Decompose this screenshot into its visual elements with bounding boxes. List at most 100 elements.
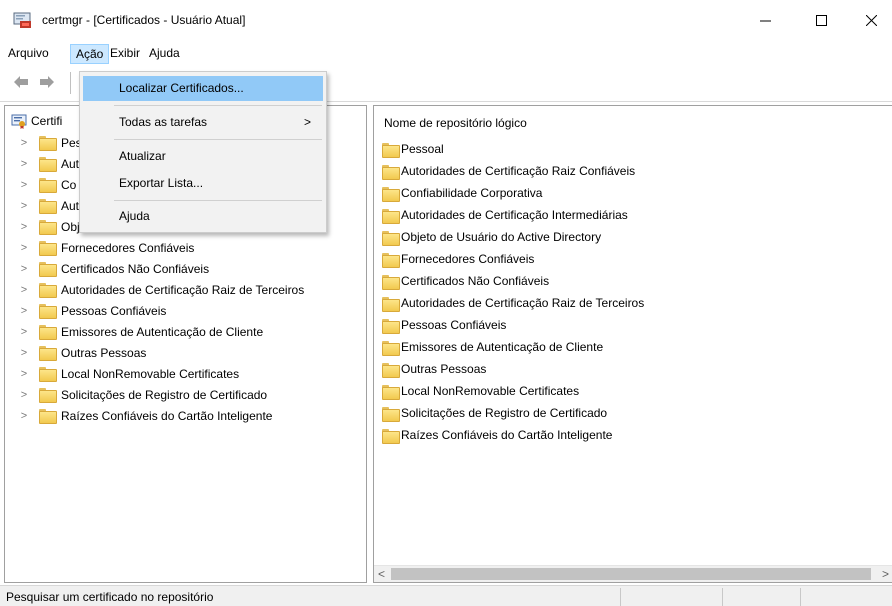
list-item[interactable]: Outras Pessoas <box>382 358 486 380</box>
list-item[interactable]: Solicitações de Registro de Certificado <box>382 402 607 424</box>
list-item-label: Autoridades de Certificação Raiz de Terc… <box>401 296 645 310</box>
folder-icon <box>382 428 400 444</box>
menu-item-todas-as-tarefas[interactable]: Todas as tarefas > <box>83 110 323 135</box>
tree-item[interactable]: > Solicitações de Registro de Certificado <box>5 384 267 405</box>
scroll-left-arrow-icon[interactable]: < <box>378 567 390 581</box>
tree-item[interactable]: > Aut <box>5 153 79 174</box>
folder-icon <box>39 220 57 235</box>
menu-item-label: Atualizar <box>119 149 166 163</box>
menu-separator <box>114 139 322 140</box>
menu-separator <box>114 105 322 106</box>
chevron-right-icon[interactable]: > <box>17 347 31 359</box>
chevron-right-icon[interactable]: > <box>17 221 31 233</box>
folder-icon <box>382 362 400 378</box>
list-item-label: Objeto de Usuário do Active Directory <box>401 230 602 244</box>
tree-item[interactable]: > Certificados Não Confiáveis <box>5 258 209 279</box>
list-item[interactable]: Local NonRemovable Certificates <box>382 380 579 402</box>
chevron-right-icon[interactable]: > <box>17 158 31 170</box>
tree-item-label: Aut <box>61 198 80 213</box>
list-pane[interactable]: Nome de repositório lógico Pessoal Autor… <box>373 105 892 583</box>
menu-bar: Arquivo Ação Exibir Ajuda <box>0 40 892 64</box>
tree-item-label: Emissores de Autenticação de Cliente <box>61 324 264 339</box>
folder-icon <box>382 142 400 158</box>
list-column-header[interactable]: Nome de repositório lógico <box>384 116 527 130</box>
tree-item[interactable]: > Fornecedores Confiáveis <box>5 237 194 258</box>
chevron-right-icon[interactable]: > <box>17 326 31 338</box>
list-item[interactable]: Autoridades de Certificação Raiz Confiáv… <box>382 160 635 182</box>
list-item[interactable]: Confiabilidade Corporativa <box>382 182 542 204</box>
horizontal-scrollbar[interactable]: < > <box>374 565 892 582</box>
back-arrow-icon[interactable] <box>14 76 28 88</box>
scroll-right-arrow-icon[interactable]: > <box>882 567 892 581</box>
menu-arquivo[interactable]: Arquivo <box>3 44 54 64</box>
folder-icon <box>39 241 57 256</box>
chevron-right-icon[interactable]: > <box>17 179 31 191</box>
chevron-right-icon[interactable]: > <box>17 368 31 380</box>
tree-item[interactable]: > Raízes Confiáveis do Cartão Inteligente <box>5 405 272 426</box>
tree-item-label: Pessoas Confiáveis <box>61 303 167 318</box>
tree-item[interactable]: > Pes <box>5 132 82 153</box>
list-item-label: Confiabilidade Corporativa <box>401 186 543 200</box>
list-item[interactable]: Pessoal <box>382 138 444 160</box>
tree-item[interactable]: > Emissores de Autenticação de Cliente <box>5 321 263 342</box>
menu-ajuda[interactable]: Ajuda <box>144 44 185 64</box>
list-item[interactable]: Autoridades de Certificação Raiz de Terc… <box>382 292 644 314</box>
folder-icon <box>382 384 400 400</box>
tree-root-label: Certifi <box>31 114 63 128</box>
menu-acao[interactable]: Ação <box>70 44 110 64</box>
menu-exibir[interactable]: Exibir <box>105 44 145 64</box>
list-item[interactable]: Emissores de Autenticação de Cliente <box>382 336 603 358</box>
list-item[interactable]: Fornecedores Confiáveis <box>382 248 534 270</box>
tree-root[interactable]: Certifi <box>11 111 62 131</box>
chevron-right-icon[interactable]: > <box>17 389 31 401</box>
minimize-button[interactable] <box>742 0 788 40</box>
tree-item-label: Autoridades de Certificação Raiz de Terc… <box>61 282 305 297</box>
menu-separator <box>114 200 322 201</box>
menu-item-label: Ajuda <box>119 209 150 223</box>
close-button[interactable] <box>848 0 892 40</box>
tree-item[interactable]: > Autoridades de Certificação Raiz de Ter… <box>5 279 304 300</box>
folder-icon <box>39 388 57 403</box>
status-separator <box>620 588 621 606</box>
menu-item-label: Exportar Lista... <box>119 176 204 190</box>
folder-icon <box>39 262 57 277</box>
list-item[interactable]: Autoridades de Certificação Intermediári… <box>382 204 628 226</box>
folder-icon <box>382 340 400 356</box>
folder-icon <box>382 296 400 312</box>
tree-item[interactable]: > Obj <box>5 216 80 237</box>
list-item[interactable]: Certificados Não Confiáveis <box>382 270 549 292</box>
tree-item[interactable]: > Pessoas Confiáveis <box>5 300 166 321</box>
chevron-right-icon[interactable]: > <box>17 137 31 149</box>
tree-item[interactable]: > Co <box>5 174 76 195</box>
list-item[interactable]: Objeto de Usuário do Active Directory <box>382 226 601 248</box>
folder-icon <box>39 346 57 361</box>
tree-item[interactable]: > Aut <box>5 195 79 216</box>
folder-icon <box>382 252 400 268</box>
maximize-button[interactable] <box>798 0 844 40</box>
tree-item[interactable]: > Outras Pessoas <box>5 342 146 363</box>
tree-item-label: Certificados Não Confiáveis <box>61 261 210 276</box>
chevron-right-icon[interactable]: > <box>17 200 31 212</box>
folder-icon <box>39 409 57 424</box>
forward-arrow-icon[interactable] <box>40 76 54 88</box>
folder-icon <box>39 157 57 172</box>
menu-item-exportar-lista[interactable]: Exportar Lista... <box>83 171 323 196</box>
chevron-right-icon[interactable]: > <box>17 410 31 422</box>
status-bar: Pesquisar um certificado no repositório <box>0 585 892 606</box>
list-item-label: Pessoas Confiáveis <box>401 318 507 332</box>
menu-item-ajuda[interactable]: Ajuda <box>83 204 323 229</box>
scrollbar-thumb[interactable] <box>391 568 871 580</box>
chevron-right-icon[interactable]: > <box>17 263 31 275</box>
chevron-right-icon[interactable]: > <box>17 284 31 296</box>
list-item[interactable]: Raízes Confiáveis do Cartão Inteligente <box>382 424 612 446</box>
menu-item-atualizar[interactable]: Atualizar <box>83 144 323 169</box>
list-item[interactable]: Pessoas Confiáveis <box>382 314 506 336</box>
chevron-right-icon[interactable]: > <box>17 242 31 254</box>
tree-item[interactable]: > Local NonRemovable Certificates <box>5 363 239 384</box>
list-item-label: Pessoal <box>401 142 444 156</box>
menu-item-localizar-certificados[interactable]: Localizar Certificados... <box>83 76 323 101</box>
chevron-right-icon[interactable]: > <box>17 305 31 317</box>
tree-item-label: Raízes Confiáveis do Cartão Inteligente <box>61 408 273 423</box>
maximize-icon <box>815 14 827 26</box>
status-separator <box>800 588 801 606</box>
